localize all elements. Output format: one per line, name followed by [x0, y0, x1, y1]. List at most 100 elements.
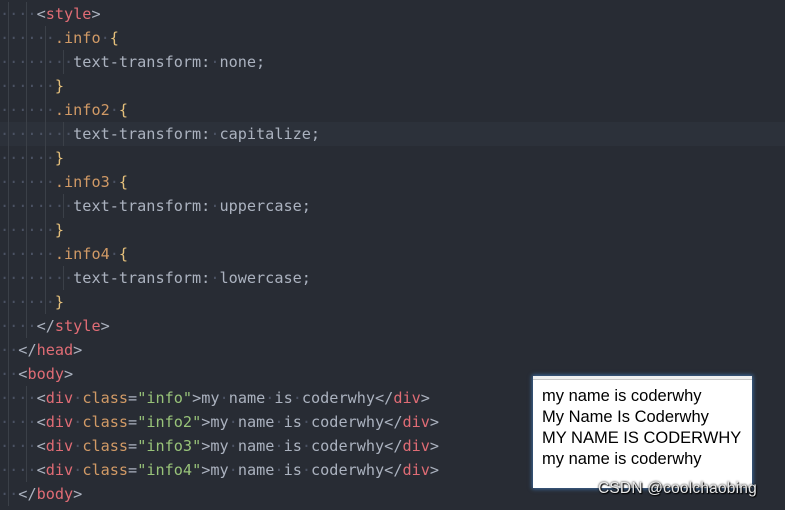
code-token: name — [237, 461, 275, 479]
code-token: </ — [18, 341, 37, 359]
whitespace-dot: · — [228, 461, 238, 479]
whitespace-dot: · — [109, 173, 119, 191]
code-token: style — [54, 317, 101, 335]
code-token: coderwhy — [301, 389, 376, 407]
preview-top-border — [533, 376, 752, 380]
code-token: div — [45, 461, 74, 479]
code-token: > — [429, 461, 440, 479]
code-token: = — [128, 413, 138, 431]
whitespace-dot: · — [228, 413, 238, 431]
code-token: } — [54, 77, 65, 95]
indent-whitespace: ···· — [0, 413, 37, 431]
whitespace-dot: · — [109, 101, 119, 119]
code-token: = — [128, 437, 138, 455]
code-token: .info2 — [54, 101, 110, 119]
whitespace-dot: · — [301, 437, 312, 455]
code-line[interactable]: ······} — [0, 74, 785, 98]
code-token: </ — [384, 461, 403, 479]
code-token: > — [201, 461, 211, 479]
code-token: </ — [384, 413, 403, 431]
code-token: coderwhy — [311, 413, 385, 431]
code-line[interactable]: ··</head> — [0, 338, 785, 362]
code-token: > — [64, 365, 74, 383]
indent-whitespace: ···· — [0, 389, 37, 407]
code-token: < — [36, 389, 46, 407]
code-token: text-transform: — [73, 53, 211, 71]
code-line[interactable]: ······} — [0, 290, 785, 314]
code-token: { — [109, 29, 119, 47]
code-token: < — [36, 461, 46, 479]
code-token: < — [36, 437, 46, 455]
code-token: "info3" — [137, 437, 202, 455]
code-token: } — [54, 293, 65, 311]
code-token: name — [237, 413, 275, 431]
code-line[interactable]: ········text-transform:·uppercase; — [0, 194, 785, 218]
code-line[interactable]: ······} — [0, 218, 785, 242]
code-token: name — [228, 389, 266, 407]
code-token: { — [118, 245, 129, 263]
code-token: body — [36, 485, 74, 503]
code-token: style — [45, 5, 92, 23]
whitespace-dot: · — [109, 245, 119, 263]
code-token: </ — [375, 389, 394, 407]
code-token: div — [45, 413, 74, 431]
code-token: = — [128, 389, 138, 407]
code-token: coderwhy — [311, 461, 385, 479]
code-token: </ — [18, 485, 37, 503]
code-line[interactable]: ······.info4·{ — [0, 242, 785, 266]
code-token: is — [283, 413, 302, 431]
whitespace-dot: · — [301, 461, 312, 479]
code-line[interactable]: ········text-transform:·none; — [0, 50, 785, 74]
code-token: < — [36, 5, 46, 23]
code-token: is — [283, 437, 302, 455]
whitespace-dot: · — [73, 437, 83, 455]
code-token: my — [210, 461, 229, 479]
whitespace-dot: · — [274, 413, 284, 431]
code-token: > — [73, 485, 83, 503]
code-line[interactable]: ········text-transform:·lowercase; — [0, 266, 785, 290]
code-token: div — [45, 389, 74, 407]
code-token: "info2" — [137, 413, 202, 431]
code-token: } — [54, 221, 65, 239]
code-token: > — [100, 317, 110, 335]
code-token: "info" — [137, 389, 193, 407]
whitespace-dot: · — [219, 389, 229, 407]
whitespace-dot: · — [301, 413, 312, 431]
code-token: div — [402, 413, 430, 431]
code-token: div — [402, 437, 430, 455]
code-token: class — [82, 413, 129, 431]
code-token: = — [128, 461, 138, 479]
code-token: my — [210, 413, 229, 431]
code-token: > — [201, 437, 211, 455]
indent-guide — [26, 2, 27, 338]
watermark: CSDN @coolchaobing — [598, 480, 757, 497]
code-token: text-transform: — [73, 197, 211, 215]
code-line[interactable]: ········text-transform:·capitalize; — [0, 122, 785, 146]
code-line[interactable]: ······.info3·{ — [0, 170, 785, 194]
code-line[interactable]: ······} — [0, 146, 785, 170]
code-token: capitalize; — [219, 125, 321, 143]
indent-whitespace: ···· — [0, 461, 37, 479]
code-line[interactable]: ····</style> — [0, 314, 785, 338]
code-line[interactable]: ······.info2·{ — [0, 98, 785, 122]
code-line[interactable]: ····<style> — [0, 2, 785, 26]
code-line[interactable]: ······.info·{ — [0, 26, 785, 50]
code-token: </ — [36, 317, 55, 335]
code-token: "info4" — [137, 461, 202, 479]
indent-guide — [63, 266, 64, 290]
code-token: class — [82, 389, 129, 407]
code-token: > — [201, 413, 211, 431]
whitespace-dot: · — [274, 461, 284, 479]
code-token: div — [402, 461, 430, 479]
whitespace-dot: · — [228, 437, 238, 455]
code-token: my — [201, 389, 220, 407]
indent-whitespace: ·· — [0, 341, 19, 359]
whitespace-dot: · — [274, 437, 284, 455]
code-token: class — [82, 437, 129, 455]
code-token: > — [73, 341, 83, 359]
whitespace-dot: · — [73, 389, 83, 407]
code-token: is — [274, 389, 293, 407]
indent-guide — [63, 122, 64, 146]
code-token: </ — [384, 437, 403, 455]
code-token: > — [91, 5, 101, 23]
